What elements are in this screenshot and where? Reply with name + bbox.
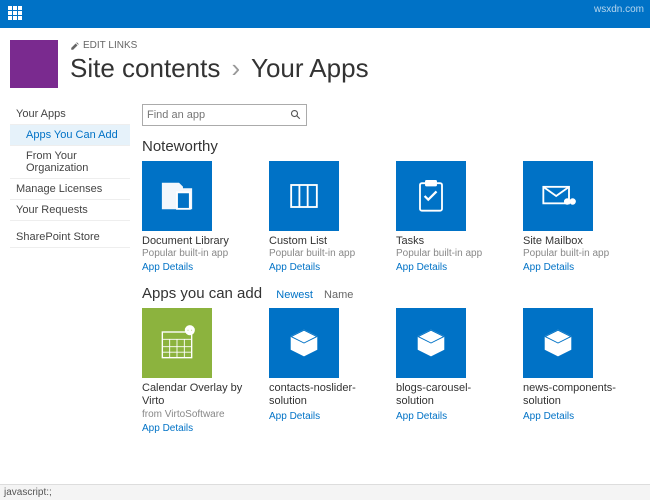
chevron-right-icon: › (232, 53, 241, 83)
calendar-overlay-icon (142, 308, 212, 378)
site-mailbox-icon (523, 161, 593, 231)
app-details-link[interactable]: App Details (396, 411, 501, 422)
app-details-link[interactable]: App Details (142, 423, 247, 434)
app-launcher-icon[interactable] (8, 6, 24, 22)
filter-name[interactable]: Name (324, 289, 353, 301)
sidebar-item-sharepoint-store[interactable]: SharePoint Store (10, 227, 130, 248)
pencil-icon (70, 41, 80, 51)
package-icon (523, 308, 593, 378)
suite-bar (0, 0, 650, 28)
left-nav: Your Apps Apps You Can Add From Your Org… (0, 96, 130, 434)
tile-name: Tasks (396, 235, 501, 248)
app-tile-custom-list[interactable]: Custom List Popular built-in app App Det… (269, 161, 374, 273)
section-title-can-add: Apps you can add Newest Name (142, 285, 640, 302)
tile-subtitle: Popular built-in app (142, 248, 247, 260)
sidebar-item-your-requests[interactable]: Your Requests (10, 200, 130, 221)
app-details-link[interactable]: App Details (523, 411, 628, 422)
sidebar-item-from-your-organization[interactable]: From Your Organization (10, 146, 130, 179)
app-tile-news-components[interactable]: news-components-solution App Details (523, 308, 628, 433)
filter-newest[interactable]: Newest (276, 289, 313, 301)
app-details-link[interactable]: App Details (269, 262, 374, 273)
app-details-link[interactable]: App Details (269, 411, 374, 422)
watermark: wsxdn.com (594, 4, 644, 15)
tile-subtitle: Popular built-in app (396, 248, 501, 260)
status-bar: javascript:; (0, 484, 650, 500)
sidebar-item-apps-you-can-add[interactable]: Apps You Can Add (10, 125, 130, 146)
breadcrumb: Site contents › Your Apps (70, 53, 640, 84)
app-details-link[interactable]: App Details (396, 262, 501, 273)
sidebar-item-manage-licenses[interactable]: Manage Licenses (10, 179, 130, 200)
noteworthy-grid: Document Library Popular built-in app Ap… (142, 161, 640, 273)
app-tile-document-library[interactable]: Document Library Popular built-in app Ap… (142, 161, 247, 273)
tile-subtitle: from VirtoSoftware (142, 409, 247, 421)
app-tile-calendar-overlay[interactable]: Calendar Overlay by Virto from VirtoSoft… (142, 308, 247, 433)
sidebar-item-your-apps[interactable]: Your Apps (10, 104, 130, 125)
package-icon (269, 308, 339, 378)
tile-name: news-components-solution (523, 382, 628, 408)
app-details-link[interactable]: App Details (142, 262, 247, 273)
tile-subtitle: Popular built-in app (269, 248, 374, 260)
app-tile-tasks[interactable]: Tasks Popular built-in app App Details (396, 161, 501, 273)
breadcrumb-root[interactable]: Site contents (70, 53, 220, 83)
search-icon[interactable] (290, 109, 302, 121)
can-add-grid: Calendar Overlay by Virto from VirtoSoft… (142, 308, 640, 433)
app-details-link[interactable]: App Details (523, 262, 628, 273)
section-title-noteworthy: Noteworthy (142, 138, 640, 155)
app-tile-blogs-carousel[interactable]: blogs-carousel-solution App Details (396, 308, 501, 433)
tile-name: contacts-noslider-solution (269, 382, 374, 408)
main-content: Noteworthy Document Library Popular buil… (130, 96, 650, 434)
page-header: EDIT LINKS Site contents › Your Apps (0, 28, 650, 96)
search-input[interactable] (147, 109, 290, 121)
app-tile-contacts-noslider[interactable]: contacts-noslider-solution App Details (269, 308, 374, 433)
tile-name: Site Mailbox (523, 235, 628, 248)
tile-name: Calendar Overlay by Virto (142, 382, 247, 408)
tile-subtitle: Popular built-in app (523, 248, 628, 260)
package-icon (396, 308, 466, 378)
document-library-icon (142, 161, 212, 231)
tile-name: blogs-carousel-solution (396, 382, 501, 408)
search-box[interactable] (142, 104, 307, 126)
app-tile-site-mailbox[interactable]: Site Mailbox Popular built-in app App De… (523, 161, 628, 273)
edit-links-button[interactable]: EDIT LINKS (70, 40, 640, 51)
tile-name: Document Library (142, 235, 247, 248)
breadcrumb-current: Your Apps (251, 53, 369, 83)
tasks-icon (396, 161, 466, 231)
tile-name: Custom List (269, 235, 374, 248)
site-logo[interactable] (10, 40, 58, 88)
custom-list-icon (269, 161, 339, 231)
